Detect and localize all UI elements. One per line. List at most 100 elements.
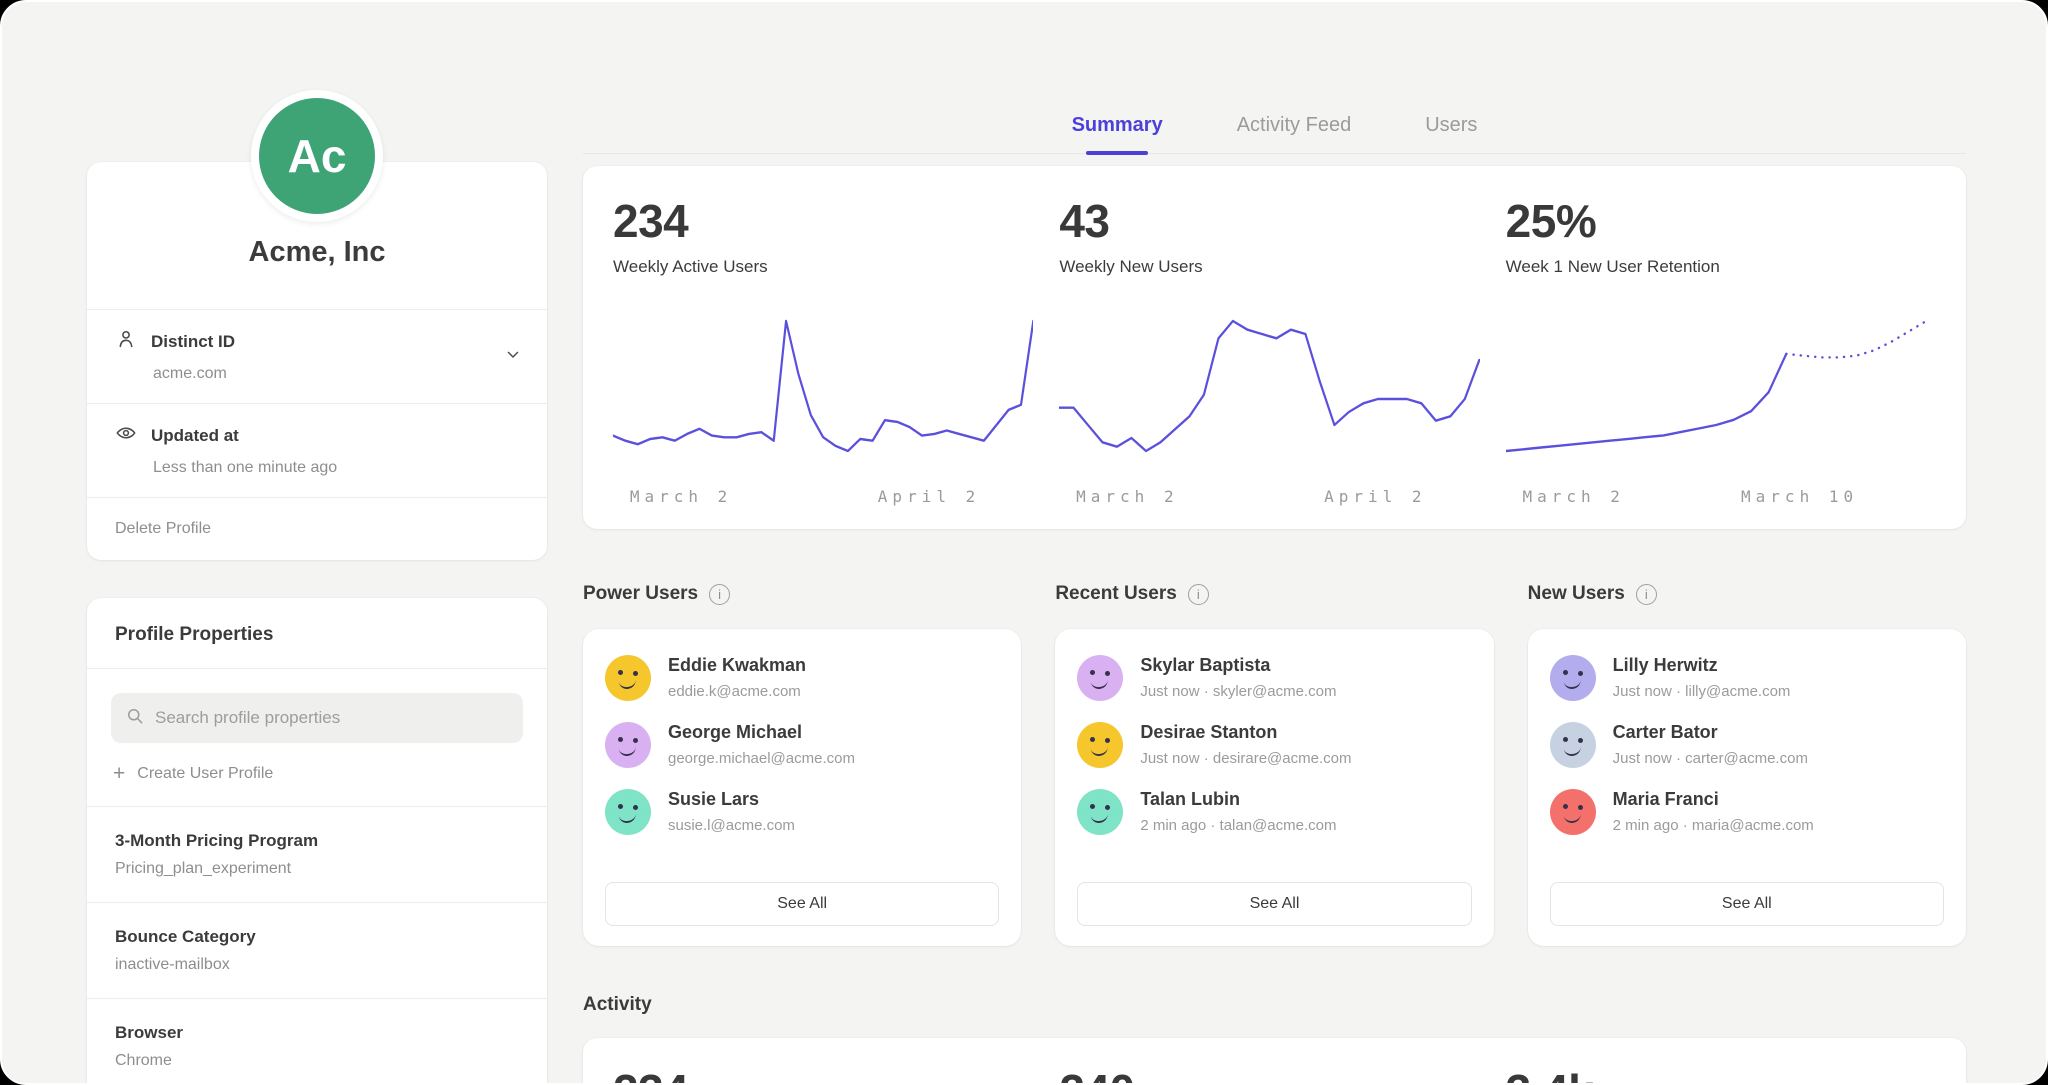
main-content: Summary Activity Feed Users 234 Weekly A… (583, 2, 1966, 1083)
user-meta: Just now · carter@acme.com (1613, 750, 1808, 767)
property-value: inactive-mailbox (115, 956, 519, 974)
avatar-wrap: Ac (87, 90, 547, 222)
x-axis-end-label: March 10 (1741, 487, 1858, 506)
stat-label: Weekly New Users (1059, 257, 1479, 277)
tab-summary[interactable]: Summary (1072, 114, 1163, 153)
plus-icon: + (113, 763, 125, 784)
user-meta: eddie.k@acme.com (668, 683, 806, 700)
user-avatar (1077, 722, 1123, 768)
distinct-id-label: Distinct ID (151, 332, 235, 352)
recent-users-title: Recent Users i (1055, 583, 1493, 605)
updated-at-label: Updated at (151, 426, 239, 446)
stat-weekly-new-users: 43 Weekly New Users March 2 April 2 (1059, 194, 1505, 509)
see-all-button[interactable]: See All (1077, 882, 1471, 926)
user-list-item[interactable]: George Michael george.michael@acme.com (605, 722, 999, 768)
group-title-text: Power Users (583, 583, 698, 605)
info-icon[interactable]: i (1636, 584, 1657, 605)
x-axis-start-label: March 2 (630, 487, 732, 506)
summary-stats-card: 234 Weekly Active Users March 2 April 2 … (583, 166, 1966, 529)
create-user-profile-label: Create User Profile (137, 765, 273, 783)
stat-value: 43 (1059, 194, 1479, 248)
user-list-item[interactable]: Maria Franci 2 min ago · maria@acme.com (1550, 789, 1944, 835)
app-window: Ac Acme, Inc Distinct ID acme.com (0, 0, 2048, 1085)
delete-profile-button[interactable]: Delete Profile (87, 497, 547, 560)
user-list-item[interactable]: Carter Bator Just now · carter@acme.com (1550, 722, 1944, 768)
user-meta: susie.l@acme.com (668, 817, 795, 834)
user-avatar (1550, 789, 1596, 835)
new-users-title: New Users i (1528, 583, 1966, 605)
layout: Ac Acme, Inc Distinct ID acme.com (2, 2, 2046, 1083)
see-all-button[interactable]: See All (1550, 882, 1944, 926)
user-avatar (1077, 789, 1123, 835)
chart-x-axis: March 2 April 2 (1059, 487, 1479, 509)
user-list-item[interactable]: Eddie Kwakman eddie.k@acme.com (605, 655, 999, 701)
stat-value: 234 (613, 194, 1033, 248)
user-meta: Just now · lilly@acme.com (1613, 683, 1791, 700)
user-name: George Michael (668, 722, 855, 743)
tab-users[interactable]: Users (1425, 114, 1477, 153)
user-avatar (605, 722, 651, 768)
activity-section: Activity 234 240 3.4k (583, 994, 1966, 1085)
user-name: Skylar Baptista (1140, 655, 1336, 676)
power-users-title: Power Users i (583, 583, 1021, 605)
user-name: Desirae Stanton (1140, 722, 1351, 743)
info-icon[interactable]: i (1188, 584, 1209, 605)
chart-x-axis: March 2 March 10 (1506, 487, 1926, 509)
info-icon[interactable]: i (709, 584, 730, 605)
user-list-item[interactable]: Lilly Herwitz Just now · lilly@acme.com (1550, 655, 1944, 701)
property-value: Pricing_plan_experiment (115, 860, 519, 878)
user-name: Eddie Kwakman (668, 655, 806, 676)
profile-sidebar: Ac Acme, Inc Distinct ID acme.com (87, 2, 547, 1083)
property-row[interactable]: Bounce Category inactive-mailbox (87, 903, 547, 999)
stat-value: 25% (1506, 194, 1926, 248)
recent-users-group: Recent Users i Skylar Baptista Just now … (1055, 583, 1493, 946)
weekly-new-users-chart (1059, 311, 1479, 461)
group-title-text: New Users (1528, 583, 1625, 605)
company-name: Acme, Inc (87, 236, 547, 309)
power-users-group: Power Users i Eddie Kwakman eddie.k@acme… (583, 583, 1021, 946)
property-name: Browser (115, 1023, 519, 1043)
create-user-profile-button[interactable]: + Create User Profile (87, 743, 547, 807)
activity-title: Activity (583, 994, 1966, 1016)
updated-at-row: Updated at Less than one minute ago (87, 403, 547, 497)
property-name: Bounce Category (115, 927, 519, 947)
stat-weekly-active-users: 234 Weekly Active Users March 2 April 2 (613, 194, 1059, 509)
user-meta: Just now · skyler@acme.com (1140, 683, 1336, 700)
property-row[interactable]: Browser Chrome (87, 999, 547, 1085)
property-value: Chrome (115, 1052, 519, 1070)
see-all-button[interactable]: See All (605, 882, 999, 926)
tab-activity-feed[interactable]: Activity Feed (1237, 114, 1351, 153)
user-avatar (1550, 722, 1596, 768)
x-axis-start-label: March 2 (1076, 487, 1178, 506)
user-meta: Just now · desirare@acme.com (1140, 750, 1351, 767)
user-avatar (605, 655, 651, 701)
user-list-item[interactable]: Talan Lubin 2 min ago · talan@acme.com (1077, 789, 1471, 835)
profile-properties-search[interactable] (111, 693, 523, 743)
search-icon (125, 706, 145, 731)
activity-stat: 240 (1059, 1064, 1505, 1085)
search-input[interactable] (155, 708, 509, 728)
user-list-item[interactable]: Susie Lars susie.l@acme.com (605, 789, 999, 835)
eye-icon (115, 422, 137, 449)
x-axis-end-label: April 2 (1324, 487, 1426, 506)
avatar: Ac (251, 90, 383, 222)
new-users-group: New Users i Lilly Herwitz Just now · lil… (1528, 583, 1966, 946)
user-lists-row: Power Users i Eddie Kwakman eddie.k@acme… (583, 583, 1966, 946)
user-name: Talan Lubin (1140, 789, 1336, 810)
distinct-id-row[interactable]: Distinct ID acme.com (87, 309, 547, 403)
user-list-item[interactable]: Skylar Baptista Just now · skyler@acme.c… (1077, 655, 1471, 701)
user-list-item[interactable]: Desirae Stanton Just now · desirare@acme… (1077, 722, 1471, 768)
stat-label: Weekly Active Users (613, 257, 1033, 277)
chevron-down-icon[interactable] (503, 344, 523, 369)
activity-stat: 3.4k (1506, 1064, 1952, 1085)
stat-label: Week 1 New User Retention (1506, 257, 1926, 277)
user-avatar (1550, 655, 1596, 701)
property-row[interactable]: 3-Month Pricing Program Pricing_plan_exp… (87, 807, 547, 903)
stat-week1-retention: 25% Week 1 New User Retention March 2 Ma… (1506, 194, 1952, 509)
recent-users-card: Skylar Baptista Just now · skyler@acme.c… (1055, 629, 1493, 946)
distinct-id-value: acme.com (153, 365, 519, 383)
user-name: Maria Franci (1613, 789, 1814, 810)
power-users-card: Eddie Kwakman eddie.k@acme.com George Mi… (583, 629, 1021, 946)
weekly-active-users-chart (613, 311, 1033, 461)
user-name: Susie Lars (668, 789, 795, 810)
